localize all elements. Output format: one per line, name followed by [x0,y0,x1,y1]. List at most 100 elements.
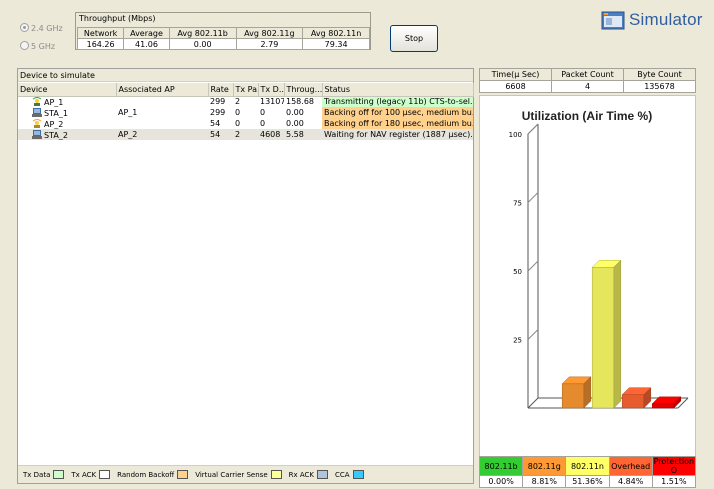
band-option-label: 2.4 GHz [31,24,63,33]
throughput-table: Network Average Avg 802.11b Avg 802.11g … [76,27,370,50]
throughput-cell: 158.68 [286,97,314,107]
status-cell: Transmitting (legacy 11b) CTS-to-sel... [322,96,473,107]
state-legend: Tx Data Tx ACK Random Backoff Virtual Ca… [18,465,473,483]
chart-bars [561,259,682,409]
throughput-group: Throughput (Mbps) Network Average Avg 80… [75,12,371,50]
legend-item: Tx Data [23,470,65,479]
associated-ap-cell [116,118,208,129]
throughput-header: Network [76,27,125,39]
rate-cell: 299 [210,108,226,117]
device-table: Device Associated AP Rate Tx Pa... Tx D.… [18,83,474,140]
tx-packets-cell: 0 [235,119,241,128]
utilization-legend-label: 802.11b [478,456,524,476]
column-header-tx-packets[interactable]: Tx Pa... [233,83,259,97]
rate-cell: 54 [210,119,221,128]
app-title: Simulator [629,10,703,29]
stats-header: Packet Count [551,68,624,81]
utilization-legend-value: 51.36% [565,475,610,488]
device-name: AP_2 [44,119,64,129]
device-panel: Device to simulate Device Associated AP … [17,68,474,484]
throughput-header: Avg 802.11b [168,27,237,39]
legend-label: Tx Data [23,470,51,479]
throughput-value: 41.06 [123,38,170,50]
stats-table: Time(µ Sec) Packet Count Byte Count 6608… [479,68,696,93]
legend-label: CCA [335,470,350,479]
radio-icon [20,41,29,50]
legend-label: Rx ACK [288,470,314,479]
table-row[interactable]: AP_1 299 2 131070 158.68 Transmitting (l… [18,96,473,107]
column-header-device[interactable]: Device [18,83,117,97]
utilization-legend-label: 802.11g [522,456,567,476]
bar [621,394,645,409]
legend-item: Virtual Carrier Sense [195,470,282,479]
device-cell: AP_1 [18,96,116,107]
legend-item: CCA [335,470,364,479]
stats-value: 4 [551,80,624,93]
stats-header: Byte Count [623,68,696,81]
y-tick [527,123,539,135]
throughput-cell: 0.00 [286,108,304,117]
throughput-cell: 0.00 [286,119,304,128]
rate-cell: 54 [208,129,233,140]
throughput-header: Avg 802.11g [235,27,304,39]
legend-label: Virtual Carrier Sense [195,470,268,479]
utilization-legend-value: 8.81% [522,475,567,488]
utilization-legend-label: Overhead [608,456,653,476]
throughput-header: Average [123,27,170,39]
stats-value: 6608 [479,80,552,93]
associated-ap-cell [116,96,208,107]
throughput-value: 79.34 [302,38,370,50]
tx-data-cell: 0 [260,119,266,128]
band-selector: 2.4 GHz 5 GHz [20,20,63,56]
utilization-chart-panel: Utilization (Air Time %) 25 50 75 100 [479,95,696,484]
column-header-status[interactable]: Status [322,83,474,97]
tx-packets-cell: 0 [235,108,241,117]
access-point-icon [32,118,42,128]
legend-item: Rx ACK [289,470,328,479]
axis-corner [527,397,539,409]
band-option-5ghz[interactable]: 5 GHz [20,38,63,56]
legend-swatch [177,470,189,479]
column-header-throughput[interactable]: Throug... [284,83,323,97]
window-icon [601,11,625,30]
device-name: STA_1 [44,108,68,118]
legend-item: Tx ACK [71,470,111,479]
throughput-value: 164.26 [76,38,125,50]
bar-side [613,259,622,409]
column-header-tx-data[interactable]: Tx D... [258,83,285,97]
tx-data-cell: 0 [260,108,266,117]
bar [591,267,615,409]
legend-swatch [53,470,65,479]
table-row[interactable]: AP_2 54 0 0 0.00 Backing off for 180 µse… [18,118,473,129]
legend-swatch [317,470,328,479]
y-tick [527,329,539,340]
column-header-associated-ap[interactable]: Associated AP [116,83,209,97]
band-option-label: 5 GHz [31,42,56,51]
legend-swatch [352,470,364,479]
utilization-legend-value: 4.84% [608,475,653,488]
y-tick [527,192,539,203]
stop-button[interactable]: Stop [390,25,438,52]
y-tick [527,260,539,272]
stats-value: 135678 [623,80,696,93]
throughput-value: 0.00 [168,38,237,50]
device-cell: AP_2 [18,118,116,129]
device-name: AP_1 [44,97,64,107]
station-icon [32,129,42,139]
table-row[interactable]: STA_2 AP_2 54 2 4608 5.58 Waiting for NA… [18,129,473,140]
throughput-header: Avg 802.11n [302,27,370,39]
throughput-cell: 5.58 [284,129,322,140]
column-header-rate[interactable]: Rate [208,83,234,97]
associated-ap-cell: AP_1 [118,108,138,117]
band-option-2-4ghz[interactable]: 2.4 GHz [20,20,63,38]
device-panel-title: Device to simulate [18,69,473,82]
app-logo: Simulator [601,8,703,32]
y-tick-label: 75 [513,200,522,208]
utilization-legend-value: 0.00% [478,475,524,488]
status-cell: Backing off for 100 µsec, medium bu... [322,107,473,118]
table-row[interactable]: STA_1 AP_1 299 0 0 0.00 Backing off for … [18,107,473,118]
status-cell: Backing off for 180 µsec, medium bu... [322,118,473,129]
legend-label: Tx ACK [71,470,97,479]
legend-label: Random Backoff [117,470,175,479]
utilization-legend: 802.11b 802.11g 802.11n Overhead Protection … [478,456,697,488]
